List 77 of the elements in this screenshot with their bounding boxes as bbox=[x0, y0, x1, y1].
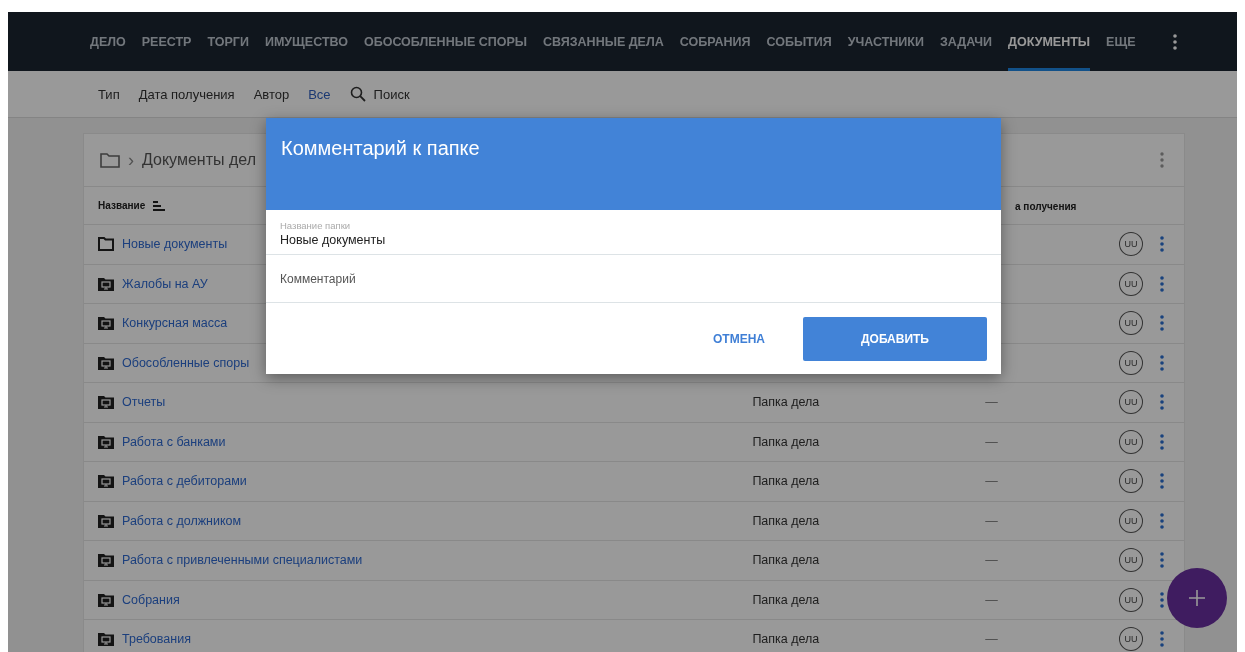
folder-name-link[interactable]: Новые документы bbox=[122, 237, 228, 252]
folder-name-link[interactable]: Отчеты bbox=[122, 395, 166, 410]
receipt-date: — bbox=[985, 592, 998, 607]
more-icon[interactable] bbox=[1160, 315, 1164, 332]
receipt-date: — bbox=[985, 632, 998, 647]
monitor-folder-icon bbox=[98, 632, 114, 647]
more-icon[interactable] bbox=[1160, 552, 1164, 569]
filter-option[interactable]: Тип bbox=[98, 86, 120, 102]
folder-name-link[interactable]: Требования bbox=[122, 632, 191, 647]
nav-tab[interactable]: РЕЕСТР bbox=[141, 12, 192, 71]
monitor-folder-icon bbox=[98, 316, 114, 331]
chevron-icon: › bbox=[128, 149, 134, 171]
folder-type: Папка дела bbox=[752, 434, 820, 449]
more-icon[interactable] bbox=[1160, 236, 1164, 253]
nav-tab[interactable]: ЗАДАЧИ bbox=[940, 12, 993, 71]
add-button[interactable]: ДОБАВИТЬ bbox=[803, 317, 987, 361]
monitor-folder-icon bbox=[98, 355, 114, 370]
receipt-date: — bbox=[985, 513, 998, 528]
search-icon[interactable] bbox=[349, 86, 366, 102]
cancel-button[interactable]: ОТМЕНА bbox=[713, 326, 765, 352]
monitor-folder-icon bbox=[98, 434, 114, 449]
nav-tab[interactable]: ИМУЩЕСТВО bbox=[264, 12, 348, 71]
more-icon[interactable] bbox=[1160, 275, 1164, 292]
folder-name-link[interactable]: Конкурсная масса bbox=[122, 316, 228, 331]
folder-name-field[interactable]: Название папки Новые документы bbox=[266, 210, 1001, 255]
monitor-folder-icon bbox=[98, 395, 114, 410]
nav-tab[interactable]: ТОРГИ bbox=[207, 12, 249, 71]
folder-type: Папка дела bbox=[752, 395, 820, 410]
dialog-title: Комментарий к папке bbox=[281, 137, 480, 159]
receipt-date: — bbox=[985, 434, 998, 449]
folder-type: Папка дела bbox=[752, 592, 820, 607]
monitor-folder-icon bbox=[98, 513, 114, 528]
folder-name-link[interactable]: Работа с дебиторами bbox=[122, 474, 247, 489]
folder-type: Папка дела bbox=[752, 513, 820, 528]
nav-tab[interactable]: СВЯЗАННЫЕ ДЕЛА bbox=[543, 12, 664, 71]
more-icon[interactable] bbox=[1160, 631, 1164, 648]
folder-name-link[interactable]: Собрания bbox=[122, 592, 180, 607]
folder-name-link[interactable]: Работа с должником bbox=[122, 513, 242, 528]
receipt-date: — bbox=[985, 395, 998, 410]
folder-type: Папка дела bbox=[752, 474, 820, 489]
search-field[interactable]: Поиск bbox=[373, 86, 410, 102]
folder-name-link[interactable]: Работа с банками bbox=[122, 434, 226, 449]
more-icon[interactable] bbox=[1173, 33, 1177, 50]
receipt-date: — bbox=[985, 553, 998, 568]
folder-name-link[interactable]: Жалобы на АУ bbox=[122, 276, 208, 291]
folder-type: Папка дела bbox=[752, 632, 820, 647]
nav-tab[interactable]: ДЕЛО bbox=[90, 12, 126, 71]
folder-icon bbox=[100, 152, 120, 168]
more-icon[interactable] bbox=[1160, 512, 1164, 529]
nav-tab[interactable]: СОБРАНИЯ bbox=[679, 12, 751, 71]
comment-field[interactable]: Комментарий bbox=[266, 255, 1001, 303]
monitor-folder-icon bbox=[98, 592, 114, 607]
breadcrumb[interactable]: Документы дел bbox=[142, 151, 256, 169]
nav-tab[interactable]: УЧАСТНИКИ bbox=[847, 12, 924, 71]
more-icon[interactable] bbox=[1160, 354, 1164, 371]
filter-option[interactable]: Все bbox=[308, 86, 331, 102]
nav-tab[interactable]: СОБЫТИЯ bbox=[766, 12, 832, 71]
nav-tab[interactable]: ЕЩЕ bbox=[1106, 12, 1136, 71]
filter-option[interactable]: Дата получения bbox=[138, 86, 235, 102]
nav-tab[interactable]: ОБОСОБЛЕННЫЕ СПОРЫ bbox=[363, 12, 528, 71]
more-icon[interactable] bbox=[1160, 591, 1164, 608]
sort-icon[interactable] bbox=[153, 200, 166, 211]
folder-type: Папка дела bbox=[752, 553, 820, 568]
monitor-folder-icon bbox=[98, 474, 114, 489]
folder-name-link[interactable]: Обособленные споры bbox=[122, 355, 250, 370]
folder-icon bbox=[98, 237, 114, 252]
monitor-folder-icon bbox=[98, 276, 114, 291]
more-icon[interactable] bbox=[1160, 433, 1164, 450]
column-header[interactable]: Название bbox=[98, 200, 146, 211]
monitor-folder-icon bbox=[98, 553, 114, 568]
more-icon[interactable] bbox=[1160, 394, 1164, 411]
receipt-date: — bbox=[985, 474, 998, 489]
more-icon[interactable] bbox=[1160, 473, 1164, 490]
folder-name-link[interactable]: Работа с привлеченными специалистами bbox=[122, 553, 363, 568]
filter-option[interactable]: Автор bbox=[253, 86, 290, 102]
add-fab-button[interactable] bbox=[1166, 567, 1228, 629]
column-header[interactable]: а получения bbox=[1015, 200, 1077, 212]
